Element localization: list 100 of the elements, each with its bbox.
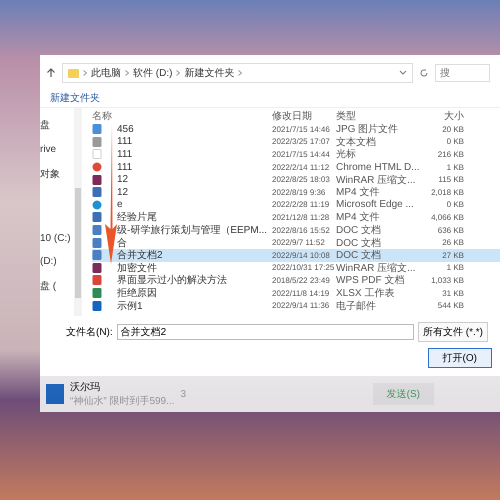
file-name: 456 (117, 124, 134, 135)
file-type: MP4 文件 (336, 210, 380, 224)
modified-date: 2022/9/14 11:36 (272, 301, 330, 310)
file-type: DOC 文档 (336, 236, 382, 250)
address-bar[interactable]: 此电脑 软件 (D:) 新建文件夹 (62, 63, 413, 83)
file-row[interactable]: 合并文档2 2022/9/14 10:08 DOC 文档 27 KB (92, 248, 500, 262)
refresh-icon[interactable] (419, 68, 429, 78)
file-name: 12 (117, 186, 128, 198)
file-row[interactable]: 经验片尾 2021/12/8 11:28 MP4 文件 4,066 KB (92, 211, 500, 224)
chevron-right-icon (176, 70, 180, 76)
column-header[interactable]: 类型 (336, 108, 424, 122)
unread-count: 3 (180, 388, 186, 400)
file-name: 加密文件 (117, 262, 157, 274)
file-type-filter[interactable]: 所有文件 (*.*) (418, 322, 488, 342)
breadcrumb-item[interactable]: 新建文件夹 (184, 66, 234, 80)
file-row[interactable]: 界面显示过小的解决方法 2018/5/22 23:49 WPS PDF 文档 1,033 KB (92, 274, 500, 287)
file-type: MP4 文件 (336, 186, 380, 200)
file-name: 经验片尾 (117, 210, 157, 224)
file-row[interactable]: e 2022/2/28 11:19 Microsoft Edge ... 0 KB (92, 198, 500, 212)
modified-date: 2022/2/14 11:12 (272, 162, 330, 172)
file-size: 31 KB (441, 288, 464, 298)
column-header[interactable]: 大小 (424, 108, 464, 122)
file-type: XLSX 工作表 (336, 286, 396, 300)
file-name: 示例1 (117, 300, 143, 313)
chat-avatar-icon (46, 384, 64, 404)
file-size: 1,033 KB (430, 276, 464, 285)
file-size: 115 KB (437, 175, 464, 184)
file-name: 级-研学旅行策划与管理（EEPM... (117, 224, 268, 238)
modified-date: 2022/10/31 17:25 (272, 263, 336, 272)
file-size: 1 KB (446, 263, 464, 272)
file-row[interactable]: 456 2021/7/15 14:46 JPG 图片文件 20 KB (92, 123, 500, 136)
file-size: 0 KB (446, 137, 464, 146)
file-name: 合 (117, 236, 127, 250)
file-row[interactable]: 12 2022/8/25 18:03 WinRAR 压缩文... 115 KB (92, 173, 500, 186)
chevron-down-icon[interactable] (399, 70, 407, 76)
file-name: 合并文档2 (117, 248, 163, 262)
sidebar-item[interactable]: rive (40, 144, 56, 155)
sidebar-item[interactable]: 盘 (40, 118, 50, 132)
sidebar-item[interactable]: 盘 ( (40, 279, 56, 293)
new-folder-button[interactable]: 新建文件夹 (50, 93, 100, 104)
column-header[interactable]: 名称 (92, 108, 272, 122)
search-field[interactable]: 搜 (435, 64, 490, 82)
file-size: 0 KB (446, 200, 464, 210)
chevron-right-icon (83, 70, 87, 76)
folder-icon (68, 68, 79, 78)
file-row[interactable]: 111 2022/2/14 11:12 Chrome HTML D... 1 KB (92, 160, 500, 174)
chat-preview: “神仙水” 限时到手599... (70, 394, 174, 408)
modified-date: 2021/7/15 14:46 (272, 124, 331, 134)
file-type: Chrome HTML D... (336, 162, 421, 173)
sidebar-item[interactable]: (D:) (40, 256, 57, 267)
file-name: 界面显示过小的解决方法 (117, 274, 227, 288)
file-size: 2,018 KB (430, 188, 464, 197)
file-row[interactable]: 111 2022/3/25 17:07 文本文档 0 KB (92, 136, 500, 148)
file-row[interactable]: 示例1 2022/9/14 11:36 电子邮件 544 KB (92, 299, 500, 312)
modified-date: 2022/8/25 18:03 (272, 175, 331, 184)
modified-date: 2022/3/25 17:07 (272, 137, 331, 146)
file-row[interactable]: 拒绝原因 2022/11/8 14:19 XLSX 工作表 31 KB (92, 286, 500, 300)
file-size: 20 KB (441, 124, 464, 134)
file-size: 544 KB (436, 301, 464, 310)
chevron-right-icon (125, 70, 129, 76)
modified-date: 2022/9/14 10:08 (272, 250, 331, 260)
file-row[interactable]: 加密文件 2022/10/31 17:25 WinRAR 压缩文... 1 KB (92, 262, 500, 274)
file-row[interactable]: 合 2022/9/7 11:52 DOC 文档 26 KB (92, 236, 500, 249)
file-type: DOC 文档 (336, 248, 382, 262)
file-type: JPG 图片文件 (336, 122, 400, 136)
file-type: 电子邮件 (336, 300, 377, 313)
file-row[interactable]: 级-研学旅行策划与管理（EEPM... 2022/8/16 15:52 DOC 文档 636 KB (92, 224, 500, 236)
breadcrumb-item[interactable]: 软件 (D:) (133, 66, 172, 80)
chevron-right-icon (238, 70, 242, 76)
file-row[interactable]: 111 2021/7/15 14:44 光标 216 KB (92, 148, 500, 161)
modified-date: 2022/2/28 11:19 (272, 200, 330, 210)
file-name-label: 文件名(N): (66, 326, 113, 339)
file-type: 文本文档 (336, 136, 377, 148)
modified-date: 2022/9/7 11:52 (272, 238, 326, 248)
scrollbar[interactable] (74, 108, 82, 316)
modified-date: 2022/8/19 9:36 (272, 188, 326, 197)
file-type: DOC 文档 (336, 224, 382, 238)
file-name: 拒绝原因 (117, 286, 157, 300)
file-type: Microsoft Edge ... (336, 199, 415, 210)
file-size: 26 KB (441, 238, 464, 248)
up-arrow-icon[interactable] (46, 68, 56, 78)
file-type: WinRAR 压缩文... (336, 174, 416, 186)
file-size: 4,066 KB (430, 212, 464, 222)
open-button[interactable]: 打开(O) (428, 348, 492, 368)
sidebar-item[interactable]: 10 (C:) (40, 233, 71, 244)
file-size: 27 KB (441, 250, 464, 260)
file-size: 216 KB (436, 150, 464, 159)
modified-date: 2018/5/22 23:49 (272, 276, 331, 285)
file-name: 12 (117, 174, 128, 186)
chat-title: 沃尔玛 (70, 381, 101, 394)
file-name-field[interactable]: 合并文档2 (116, 324, 414, 340)
file-type: 光标 (336, 148, 357, 162)
file-name: 111 (117, 148, 132, 160)
file-size: 1 KB (446, 162, 464, 172)
sidebar-item[interactable]: 对象 (40, 167, 60, 181)
modified-date: 2021/7/15 14:44 (272, 150, 331, 159)
breadcrumb-item[interactable]: 此电脑 (91, 66, 121, 80)
column-header[interactable]: 修改日期 (272, 108, 336, 122)
file-row[interactable]: 12 2022/8/19 9:36 MP4 文件 2,018 KB (92, 186, 500, 199)
file-type: WinRAR 压缩文... (336, 262, 416, 274)
